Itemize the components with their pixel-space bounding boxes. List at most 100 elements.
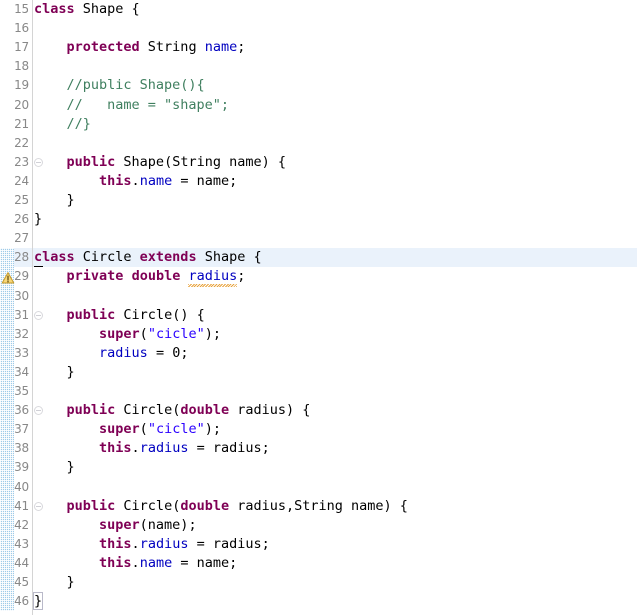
code-line-text: class Shape { (34, 0, 140, 19)
code-token: class (34, 1, 75, 17)
code-token: public (66, 497, 116, 514)
code-token: protected (66, 39, 140, 56)
fold-collapse-icon[interactable] (34, 157, 43, 167)
code-token: radius,String name) { (229, 497, 408, 514)
code-token: super (99, 421, 140, 438)
code-line[interactable]: protected String name; (0, 38, 637, 57)
fold-collapse-icon[interactable] (34, 310, 43, 320)
code-token: public (66, 306, 116, 323)
code-token: ; (180, 344, 189, 361)
code-line[interactable]: } (0, 210, 637, 229)
code-line[interactable] (0, 134, 637, 153)
code-line-text: public Circle() { (34, 306, 205, 325)
code-line[interactable]: super("cicle"); (0, 325, 637, 344)
code-token: this (99, 535, 132, 552)
code-token: ); (204, 421, 221, 438)
code-token: . (131, 554, 140, 571)
code-token: //public Shape(){ (34, 77, 205, 94)
code-line[interactable]: public Shape(String name) { (0, 153, 637, 172)
code-token: } (32, 592, 44, 611)
code-line[interactable] (0, 57, 637, 76)
code-line-text: private double radius; (34, 267, 245, 288)
code-token: // name = "shape"; (34, 96, 230, 113)
code-token: this (99, 554, 132, 571)
code-token: double (180, 402, 230, 419)
code-token: name (139, 554, 173, 571)
code-line-text: super("cicle"); (34, 325, 221, 344)
code-token: (name); (139, 516, 197, 533)
code-line[interactable]: // name = "shape"; (0, 96, 637, 115)
code-token: name (204, 39, 238, 56)
code-token: name (139, 172, 173, 189)
code-token: ( (139, 421, 148, 438)
code-token: Circle() { (115, 306, 205, 323)
code-line-text: this.radius = radius; (34, 439, 270, 458)
code-line[interactable] (0, 382, 637, 401)
code-line[interactable]: this.radius = radius; (0, 535, 637, 554)
code-line[interactable]: class Shape { (0, 0, 637, 19)
code-line[interactable]: public Circle(double radius) { (0, 401, 637, 420)
code-line-text: radius = 0; (34, 344, 188, 363)
code-line[interactable] (0, 229, 637, 248)
code-token: extends (139, 249, 197, 266)
code-line[interactable]: //} (0, 115, 637, 134)
code-line[interactable]: this.name = name; (0, 554, 637, 573)
code-line[interactable]: public Circle(double radius,String name)… (0, 497, 637, 516)
code-token: private (66, 268, 124, 285)
warning-triangle-icon[interactable] (1, 270, 15, 284)
code-line[interactable]: public Circle() { (0, 306, 637, 325)
code-line[interactable]: //public Shape(){ (0, 76, 637, 95)
code-line[interactable]: } (0, 458, 637, 477)
code-token: = (147, 344, 173, 361)
code-line[interactable] (0, 478, 637, 497)
code-token: "cicle" (147, 421, 205, 438)
code-line[interactable]: } (0, 363, 637, 382)
code-token: super (99, 516, 140, 533)
code-token: Shape { (196, 249, 262, 266)
code-token: } (34, 211, 43, 228)
code-line-text: } (32, 592, 44, 611)
code-token: ); (204, 325, 221, 342)
code-token: Circle( (115, 497, 181, 514)
code-line[interactable]: class Circle extends Shape { (0, 248, 637, 268)
code-token: public (66, 153, 116, 170)
code-token: } (34, 459, 75, 476)
code-line-text: public Circle(double radius,String name)… (34, 497, 408, 516)
code-token: } (34, 363, 75, 380)
code-line-text: class Circle extends Shape { (34, 248, 262, 267)
code-line[interactable]: } (0, 592, 637, 611)
code-line[interactable] (0, 19, 637, 38)
code-token: . (131, 172, 140, 189)
code-line[interactable]: this.radius = radius; (0, 439, 637, 458)
code-token: . (131, 535, 140, 552)
code-line[interactable]: radius = 0; (0, 344, 637, 363)
code-line[interactable]: } (0, 573, 637, 592)
code-token: String (139, 39, 205, 56)
code-line-text: public Shape(String name) { (34, 153, 286, 172)
fold-collapse-icon[interactable] (34, 501, 43, 511)
code-line-text: } (34, 573, 75, 592)
code-line-text: } (34, 210, 42, 229)
code-token: "cicle" (147, 325, 205, 342)
code-token: double (180, 497, 230, 514)
code-line[interactable]: super("cicle"); (0, 420, 637, 439)
code-editor[interactable]: class Shape { protected String name; //p… (0, 0, 637, 615)
code-line[interactable] (0, 287, 637, 306)
code-line[interactable]: } (0, 191, 637, 210)
code-token: Circle( (115, 402, 181, 419)
code-lines-container[interactable]: class Shape { protected String name; //p… (0, 0, 637, 615)
code-line[interactable]: super(name); (0, 516, 637, 535)
code-line-text: // name = "shape"; (34, 96, 230, 115)
code-line[interactable]: private double radius; (0, 267, 637, 288)
code-line[interactable]: this.name = name; (0, 172, 637, 191)
code-token: ; (237, 39, 246, 56)
code-line-text: public Circle(double radius) { (34, 401, 311, 420)
code-token: ( (139, 325, 148, 342)
code-token: = name; (172, 554, 238, 571)
